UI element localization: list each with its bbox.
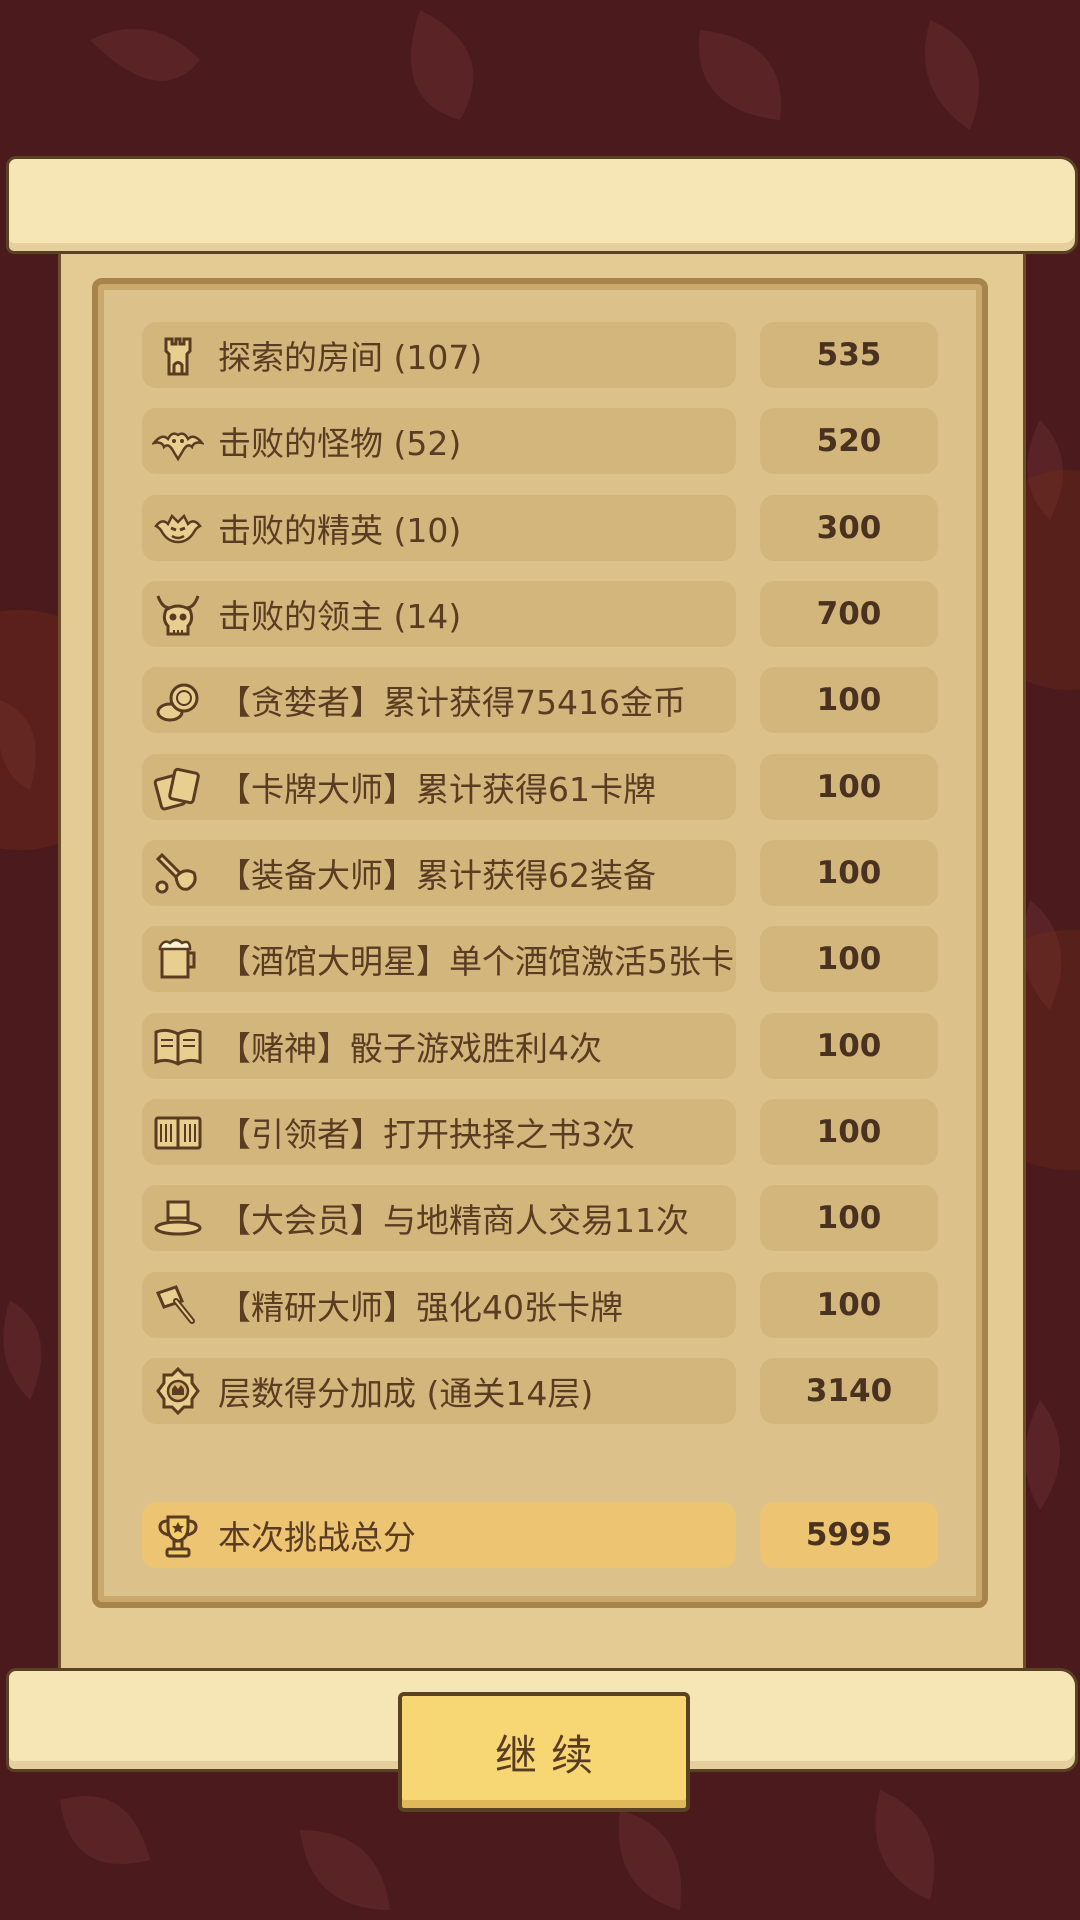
score-row: 【酒馆大明星】单个酒馆激活5张卡 100 — [142, 926, 938, 992]
total-value-box: 5995 — [760, 1502, 938, 1568]
row-value-box: 100 — [760, 1272, 938, 1338]
floor-badge-icon — [156, 1366, 200, 1416]
row-value-box: 100 — [760, 840, 938, 906]
row-label-box: 击败的领主 (14) — [142, 581, 736, 647]
row-label-box: 【装备大师】累计获得62装备 — [142, 840, 736, 906]
row-label-box: 【大会员】与地精商人交易11次 — [142, 1185, 736, 1251]
trophy-icon — [158, 1515, 198, 1558]
score-row: 【卡牌大师】累计获得61卡牌 100 — [142, 754, 938, 820]
row-value-box: 100 — [760, 1185, 938, 1251]
top-hat-icon — [154, 1200, 202, 1236]
row-label-box: 击败的精英 (10) — [142, 495, 736, 561]
score-row: 【赌神】骰子游戏胜利4次 100 — [142, 1013, 938, 1079]
castle-tower-icon — [164, 337, 192, 376]
row-value: 100 — [816, 1114, 882, 1150]
row-label: 击败的领主 (14) — [218, 597, 462, 636]
row-value-box: 520 — [760, 408, 938, 474]
row-value: 100 — [816, 941, 882, 977]
row-value-box: 100 — [760, 667, 938, 733]
row-value: 535 — [816, 337, 882, 373]
total-value: 5995 — [805, 1517, 893, 1553]
score-row: 【引领者】打开抉择之书3次 100 — [142, 1099, 938, 1165]
row-value: 300 — [816, 510, 882, 546]
row-label: 【酒馆大明星】单个酒馆激活5张卡 — [218, 942, 734, 981]
row-value-box: 3140 — [760, 1358, 938, 1424]
row-value: 100 — [816, 855, 882, 891]
row-value-box: 100 — [760, 1013, 938, 1079]
score-row: 层数得分加成 (通关14层) 3140 — [142, 1358, 938, 1424]
score-row: 击败的领主 (14) 700 — [142, 581, 938, 647]
score-row: 【装备大师】累计获得62装备 100 — [142, 840, 938, 906]
row-label-box: 层数得分加成 (通关14层) — [142, 1358, 736, 1424]
row-value-box: 535 — [760, 322, 938, 388]
elite-demon-icon — [154, 513, 202, 544]
total-label: 本次挑战总分 — [218, 1518, 416, 1557]
row-label-box: 探索的房间 (107) — [142, 322, 736, 388]
row-value-box: 100 — [760, 1099, 938, 1165]
equipment-icon — [155, 852, 197, 894]
row-label-box: 击败的怪物 (52) — [142, 408, 736, 474]
row-label: 【装备大师】累计获得62装备 — [218, 856, 656, 895]
row-value: 700 — [816, 596, 882, 632]
score-row: 探索的房间 (107) 535 — [142, 322, 938, 388]
hammer-icon — [155, 1285, 195, 1324]
continue-button[interactable]: 继续 — [398, 1692, 690, 1812]
row-label: 【贪婪者】累计获得75416金币 — [218, 683, 686, 722]
score-row: 击败的怪物 (52) 520 — [142, 408, 938, 474]
total-score-row: 本次挑战总分 5995 — [142, 1502, 938, 1568]
bat-icon — [152, 432, 204, 462]
row-label: 【卡牌大师】累计获得61卡牌 — [218, 770, 656, 809]
row-value-box: 700 — [760, 581, 938, 647]
row-label: 探索的房间 (107) — [218, 338, 483, 377]
row-value: 100 — [816, 1028, 882, 1064]
row-value: 3140 — [805, 1373, 893, 1409]
row-label-box: 【酒馆大明星】单个酒馆激活5张卡 — [142, 926, 736, 992]
score-row: 【贪婪者】累计获得75416金币 100 — [142, 667, 938, 733]
row-label: 击败的怪物 (52) — [218, 424, 462, 463]
row-value: 100 — [816, 1287, 882, 1323]
row-value: 100 — [816, 682, 882, 718]
open-book-icon — [154, 1028, 202, 1066]
row-label-box: 【引领者】打开抉择之书3次 — [142, 1099, 736, 1165]
cards-icon — [153, 767, 200, 811]
row-value-box: 300 — [760, 495, 938, 561]
row-value-box: 100 — [760, 754, 938, 820]
boss-skull-icon — [156, 595, 200, 636]
row-label-box: 【赌神】骰子游戏胜利4次 — [142, 1013, 736, 1079]
row-value: 520 — [816, 423, 882, 459]
row-label: 【大会员】与地精商人交易11次 — [218, 1201, 689, 1240]
coins-icon — [156, 683, 199, 722]
row-label: 层数得分加成 (通关14层) — [218, 1374, 594, 1413]
row-value: 100 — [816, 1200, 882, 1236]
row-value-box: 100 — [760, 926, 938, 992]
score-row: 【精研大师】强化40张卡牌 100 — [142, 1272, 938, 1338]
row-label: 击败的精英 (10) — [218, 511, 462, 550]
book-icon — [154, 1116, 202, 1150]
row-label-box: 【精研大师】强化40张卡牌 — [142, 1272, 736, 1338]
score-row: 【大会员】与地精商人交易11次 100 — [142, 1185, 938, 1251]
row-value: 100 — [816, 769, 882, 805]
row-label-box: 【卡牌大师】累计获得61卡牌 — [142, 754, 736, 820]
scroll-top-rod — [6, 156, 1078, 254]
beer-mug-icon — [158, 938, 196, 979]
row-label: 【赌神】骰子游戏胜利4次 — [218, 1029, 602, 1068]
row-label-box: 【贪婪者】累计获得75416金币 — [142, 667, 736, 733]
score-row: 击败的精英 (10) 300 — [142, 495, 938, 561]
row-label: 【精研大师】强化40张卡牌 — [218, 1288, 623, 1327]
continue-label: 继续 — [494, 1730, 607, 1780]
row-label: 【引领者】打开抉择之书3次 — [218, 1115, 635, 1154]
total-label-box: 本次挑战总分 — [142, 1502, 736, 1568]
